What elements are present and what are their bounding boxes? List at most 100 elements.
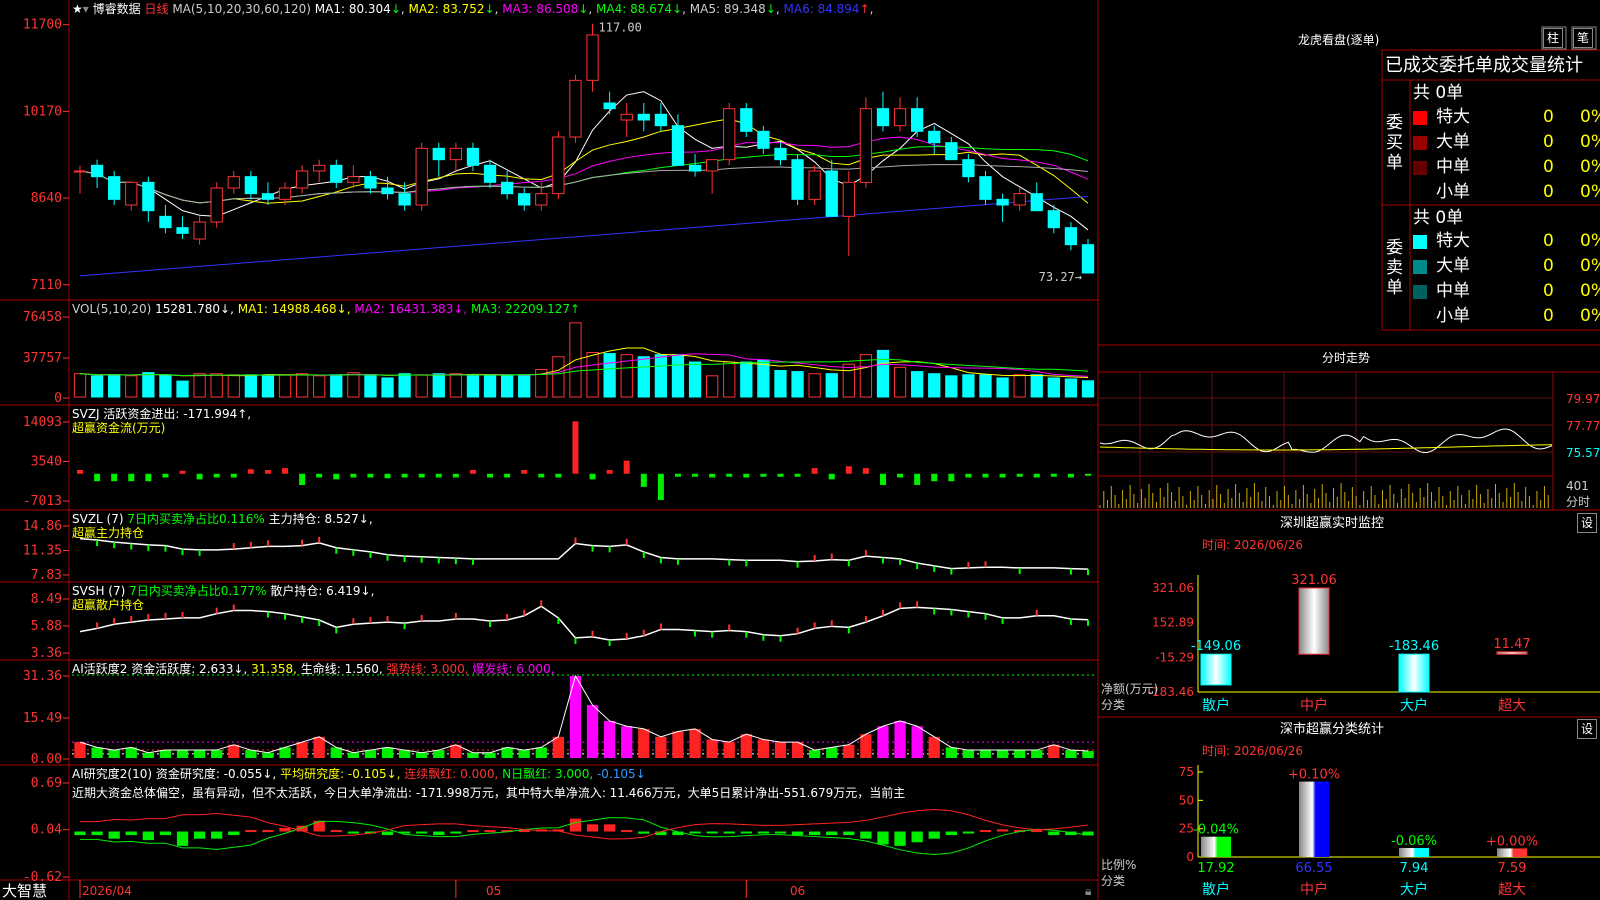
xaxis-label-may: 05	[486, 884, 502, 898]
activity-bar	[228, 744, 240, 758]
capital-flow-bar	[452, 473, 459, 478]
research-bar	[467, 830, 479, 833]
research-bar	[381, 831, 394, 836]
activity-bar	[245, 750, 257, 758]
research-bar	[774, 831, 787, 834]
activity-bar	[398, 750, 411, 758]
activity-bar	[296, 742, 308, 758]
activity-bar	[706, 739, 718, 758]
capital-flow-bar	[845, 466, 852, 474]
volume-bar	[261, 375, 275, 398]
sz-category: 超大	[1498, 698, 1526, 714]
activity-bar	[193, 750, 206, 758]
ma-values: MA1: 80.304↓, MA2: 83.752↓, MA3: 86.508↓…	[314, 2, 874, 16]
period-label[interactable]: 日线	[144, 2, 168, 16]
research-bar	[826, 831, 838, 836]
sc-bar-change: -0.04%	[1193, 823, 1239, 838]
ytick-label: 8.49	[31, 592, 62, 607]
candle-body	[586, 34, 599, 81]
capital-flow-bar	[162, 473, 169, 478]
sz-ytick: -15.29	[1155, 650, 1194, 664]
chevron-icon[interactable]: ▾	[83, 2, 89, 16]
intraday-price-high: 79.97	[1566, 392, 1600, 406]
activity-bar	[1014, 750, 1026, 758]
buy-total: 共 0单	[1413, 83, 1464, 103]
research-bar	[1048, 831, 1060, 836]
activity-bar	[1082, 751, 1094, 758]
capital-flow-bar	[538, 473, 545, 478]
activity-bar	[621, 726, 633, 758]
candle-body	[1064, 227, 1078, 246]
sell-count: 0	[1543, 256, 1554, 276]
candle-body	[415, 147, 428, 206]
capital-flow-bar	[487, 473, 494, 478]
capital-flow-bar	[914, 473, 921, 485]
ytick-label: 76458	[23, 310, 62, 325]
candle-body	[108, 176, 121, 200]
ytick-label: 11700	[23, 18, 62, 33]
sc-stats-title: 深市超赢分类统计	[1280, 722, 1385, 737]
star-icon[interactable]: ★	[72, 2, 83, 16]
intraday-tag[interactable]: 分时	[1566, 495, 1590, 509]
candle-body	[569, 79, 582, 138]
capital-flow-bar	[709, 473, 716, 478]
capital-flow-bar	[179, 470, 186, 474]
candle-body	[637, 113, 650, 121]
lock-icon[interactable]: 🔒︎	[1085, 884, 1091, 898]
ma-value-4: MA4: 88.674↓	[596, 2, 683, 16]
volume-bar	[1013, 374, 1026, 398]
sz-bar-大户	[1398, 653, 1430, 693]
volume-bar	[1030, 374, 1043, 398]
capital-flow-bar	[384, 473, 391, 479]
capital-flow-bar	[743, 473, 750, 478]
sz-settings-button[interactable]: 设	[1577, 513, 1597, 533]
sell-pct: 0%	[1580, 231, 1600, 251]
candle-body	[278, 187, 292, 200]
column-mode-button[interactable]: 柱	[1543, 28, 1563, 48]
activity-bar	[313, 736, 325, 758]
research-bar	[125, 831, 137, 836]
capital-flow-bar	[145, 473, 152, 482]
capital-flow-bar	[111, 473, 118, 482]
sell-swatch	[1413, 260, 1427, 274]
capital-flow-bar	[94, 473, 101, 482]
ma-line-6	[79, 196, 1089, 277]
candle-body	[73, 170, 87, 173]
capital-flow-bar	[760, 473, 767, 477]
research-bar	[74, 831, 86, 836]
candle-body	[227, 176, 240, 189]
activity-bar	[860, 734, 872, 758]
candle-body	[859, 108, 873, 183]
ytick-label: 5.88	[31, 619, 62, 634]
activity-bar	[74, 742, 86, 758]
candle-body	[193, 221, 206, 240]
high-price-marker: 117.00	[599, 21, 642, 35]
research-bar	[91, 831, 103, 836]
ytick-label: 7110	[31, 278, 62, 293]
candle-body	[825, 170, 838, 217]
brand-logo: 大智慧	[2, 882, 48, 900]
sc-bar-中户	[1299, 781, 1329, 857]
research-bar	[723, 831, 735, 834]
activity-bar	[518, 750, 530, 758]
sz-category: 大户	[1400, 697, 1428, 714]
capital-flow-bar	[674, 473, 681, 477]
volume-bar	[825, 373, 838, 398]
sc-category: 中户	[1300, 881, 1328, 898]
sc-settings-button[interactable]: 设	[1577, 719, 1597, 739]
research-bar	[809, 831, 821, 836]
stock-chart-canvas[interactable]: 11700 10170 8640 7110 117.00 73.27→ 76458 37757…	[0, 0, 1600, 900]
capital-flow-bar	[418, 473, 425, 478]
research-bar	[159, 831, 172, 836]
volume-bar	[911, 371, 924, 398]
research-bar	[638, 831, 650, 834]
candle-body	[893, 108, 907, 127]
sz-bar-中户	[1298, 587, 1330, 655]
research-bar	[706, 831, 718, 834]
candle-body	[313, 164, 326, 172]
activity-bar	[347, 752, 359, 758]
tick-mode-button[interactable]: 笔	[1573, 28, 1593, 48]
capital-flow-bar	[1033, 473, 1040, 478]
buy-swatch	[1413, 111, 1427, 125]
svzj-subtitle: 超赢资金流(万元)	[72, 421, 166, 435]
